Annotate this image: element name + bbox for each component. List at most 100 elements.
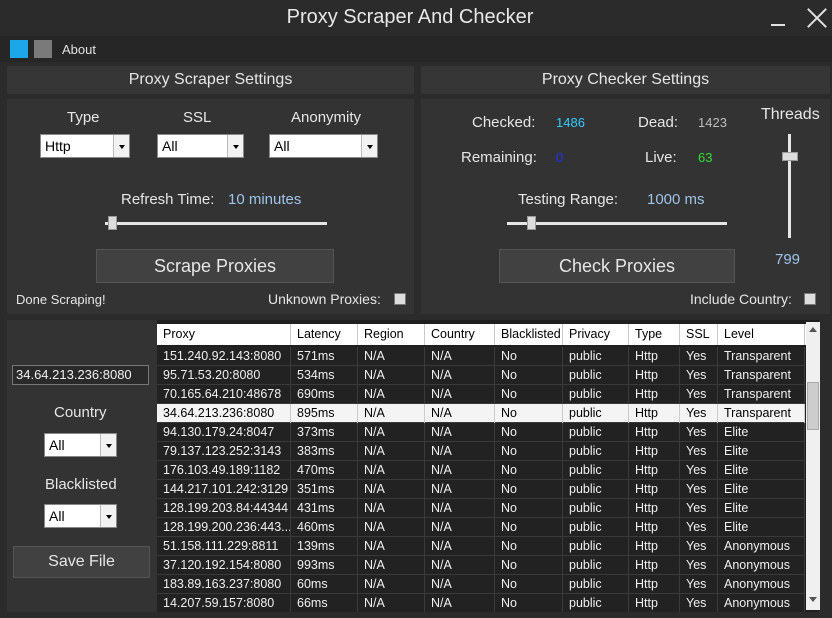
threads-value: 799 <box>775 251 801 268</box>
checker-settings-title: Proxy Checker Settings <box>421 66 830 94</box>
table-cell: 151.240.92.143:8080 <box>157 347 291 366</box>
refresh-time-slider-thumb[interactable] <box>108 216 117 230</box>
table-header: Proxy Latency Region Country Blacklisted Priv… <box>157 324 819 345</box>
minimize-icon[interactable] <box>768 8 788 30</box>
column-header[interactable]: Latency <box>291 324 358 345</box>
table-row[interactable]: 151.240.92.143:8080 571ms N/A N/A No public Ht… <box>157 347 805 366</box>
table-cell: 60ms <box>291 575 358 594</box>
table-cell: Http <box>629 385 680 404</box>
menu-bar <box>0 36 832 62</box>
type-select[interactable]: Http <box>40 134 130 158</box>
testing-range-slider-thumb[interactable] <box>527 216 536 230</box>
table-cell: public <box>563 366 629 385</box>
scrape-status: Done Scraping! <box>16 292 106 307</box>
table-cell: Yes <box>680 404 718 423</box>
table-row[interactable]: 144.217.101.242:3129 351ms N/A N/A No public H… <box>157 480 805 499</box>
column-header[interactable]: Privacy <box>563 324 629 345</box>
scraper-settings-title: Proxy Scraper Settings <box>7 66 414 94</box>
column-header[interactable]: Country <box>425 324 495 345</box>
testing-range-slider[interactable] <box>507 222 727 225</box>
table-row[interactable]: 79.137.123.252:3143 383ms N/A N/A No public Ht… <box>157 442 805 461</box>
column-header[interactable]: SSL <box>680 324 718 345</box>
table-cell: 14.207.59.157:8080 <box>157 594 291 612</box>
country-filter-select[interactable]: All <box>44 433 117 457</box>
scroll-up-icon[interactable] <box>806 324 820 336</box>
live-count: 63 <box>698 150 713 165</box>
anonymity-select[interactable]: All <box>269 134 378 158</box>
table-cell: Anonymous <box>718 594 805 612</box>
table-row[interactable]: 70.165.64.210:48678 690ms N/A N/A No public Ht… <box>157 385 805 404</box>
table-cell: Yes <box>680 575 718 594</box>
table-cell: N/A <box>358 556 425 575</box>
column-header[interactable]: Level <box>718 324 805 345</box>
chevron-down-icon <box>100 505 116 527</box>
table-cell: N/A <box>358 537 425 556</box>
country-filter-label: Country <box>54 404 107 421</box>
table-row[interactable]: 94.130.179.24:8047 373ms N/A N/A No public Htt… <box>157 423 805 442</box>
blacklisted-filter-select[interactable]: All <box>44 504 117 528</box>
theme-gray-swatch[interactable] <box>34 40 52 58</box>
column-header[interactable]: Type <box>629 324 680 345</box>
refresh-time-slider[interactable] <box>105 222 327 225</box>
table-cell: N/A <box>358 594 425 612</box>
table-row[interactable]: 37.120.192.154:8080 993ms N/A N/A No public Ht… <box>157 556 805 575</box>
table-cell: Transparent <box>718 385 805 404</box>
table-cell: N/A <box>425 556 495 575</box>
table-cell: N/A <box>425 499 495 518</box>
save-file-button[interactable]: Save File <box>13 546 150 578</box>
menu-about[interactable]: About <box>62 42 96 57</box>
scroll-down-icon[interactable] <box>806 594 820 606</box>
type-label: Type <box>67 109 100 126</box>
blacklisted-filter-value: All <box>49 508 65 524</box>
table-cell: 571ms <box>291 347 358 366</box>
scrape-proxies-button[interactable]: Scrape Proxies <box>96 249 334 283</box>
table-scrollbar[interactable] <box>806 322 820 610</box>
column-header[interactable]: Region <box>358 324 425 345</box>
threads-slider-thumb[interactable] <box>782 152 798 161</box>
column-header[interactable]: Blacklisted <box>495 324 563 345</box>
table-cell: No <box>495 556 563 575</box>
table-cell: Anonymous <box>718 575 805 594</box>
table-cell: 470ms <box>291 461 358 480</box>
type-select-value: Http <box>45 138 71 154</box>
table-cell: Yes <box>680 385 718 404</box>
table-row[interactable]: 51.158.111.229:8811 139ms N/A N/A No public Ht… <box>157 537 805 556</box>
chevron-down-icon <box>361 135 377 157</box>
table-cell: Elite <box>718 499 805 518</box>
table-cell: N/A <box>425 404 495 423</box>
table-row[interactable]: 128.199.203.84:44344 431ms N/A N/A No public H… <box>157 499 805 518</box>
table-cell: public <box>563 499 629 518</box>
scrollbar-thumb[interactable] <box>807 382 819 430</box>
table-cell: 431ms <box>291 499 358 518</box>
table-cell: 534ms <box>291 366 358 385</box>
table-cell: Elite <box>718 480 805 499</box>
table-row[interactable]: 14.207.59.157:8080 66ms N/A N/A No public Http… <box>157 594 805 612</box>
theme-blue-swatch[interactable] <box>10 40 28 58</box>
ssl-select[interactable]: All <box>157 134 244 158</box>
close-icon[interactable] <box>804 6 828 30</box>
table-row[interactable]: 176.103.49.189:1182 470ms N/A N/A No public Ht… <box>157 461 805 480</box>
table-row[interactable]: 128.199.200.236:443... 460ms N/A N/A No publi… <box>157 518 805 537</box>
selected-proxy-field[interactable]: 34.64.213.236:8080 <box>12 365 149 385</box>
column-header[interactable]: Proxy <box>157 324 291 345</box>
table-row[interactable]: 34.64.213.236:8080 895ms N/A N/A No public Htt… <box>157 404 805 423</box>
table-cell: Yes <box>680 556 718 575</box>
table-cell: public <box>563 480 629 499</box>
include-country-checkbox[interactable] <box>804 293 816 305</box>
table-cell: N/A <box>358 518 425 537</box>
table-row[interactable]: 95.71.53.20:8080 534ms N/A N/A No public Http Y… <box>157 366 805 385</box>
table-cell: public <box>563 385 629 404</box>
table-row[interactable]: 183.89.163.237:8080 60ms N/A N/A No public Htt… <box>157 575 805 594</box>
table-cell: Http <box>629 347 680 366</box>
threads-slider[interactable] <box>788 134 791 238</box>
check-proxies-button[interactable]: Check Proxies <box>499 249 735 283</box>
table-cell: public <box>563 461 629 480</box>
threads-label: Threads <box>761 106 820 123</box>
table-cell: 895ms <box>291 404 358 423</box>
refresh-time-value: 10 minutes <box>228 191 302 208</box>
ssl-select-value: All <box>162 138 178 154</box>
table-cell: 183.89.163.237:8080 <box>157 575 291 594</box>
table-cell: Yes <box>680 480 718 499</box>
unknown-proxies-checkbox[interactable] <box>394 293 406 305</box>
table-cell: 139ms <box>291 537 358 556</box>
